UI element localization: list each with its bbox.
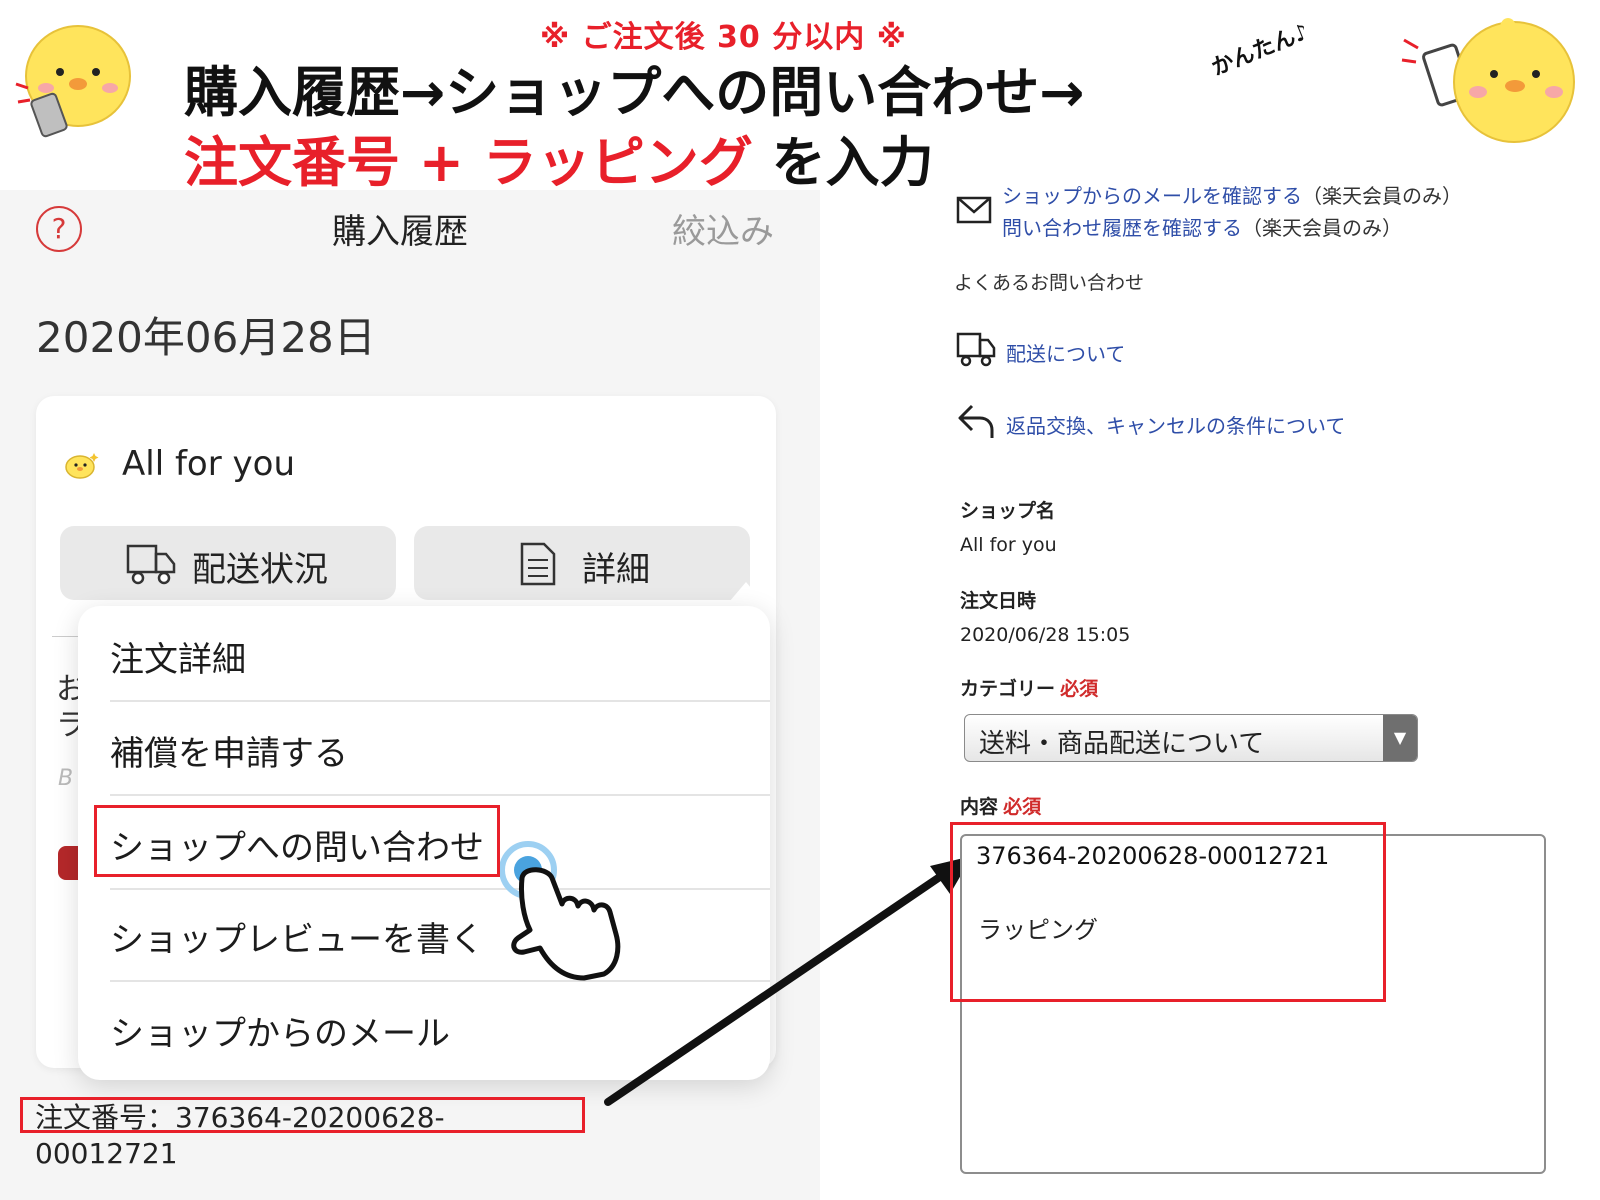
detail-button[interactable]: 詳細 [414, 526, 750, 600]
mail-link-row: ショップからのメールを確認する（楽天会員のみ） [1002, 180, 1462, 209]
menu-item-compensation[interactable]: 補償を申請する [110, 726, 348, 775]
menu-pointer [724, 582, 768, 608]
return-arrow-icon [956, 402, 996, 444]
instruction-title-line2: 注文番号 + ラッピング を入力 [184, 118, 934, 197]
inquiry-history-link[interactable]: 問い合わせ履歴を確認する [1002, 216, 1242, 240]
order-datetime-value: 2020/06/28 15:05 [960, 624, 1131, 646]
category-select[interactable]: 送料・商品配送について ▼ [964, 714, 1418, 762]
shop-name[interactable]: All for you [122, 444, 295, 484]
chevron-down-icon: ▼ [1383, 715, 1417, 761]
detail-label: 詳細 [582, 550, 650, 590]
menu-divider [110, 794, 770, 796]
menu-item-order-detail[interactable]: 注文詳細 [110, 632, 246, 681]
kantan-caption: かんたん♪ [1208, 19, 1313, 82]
arrow-icon [600, 850, 980, 1110]
contact-shop-highlight [94, 805, 500, 877]
order-datetime-label: 注文日時 [960, 590, 1037, 612]
content-label: 内容 [960, 796, 999, 818]
menu-divider [110, 700, 770, 702]
mail-icon [956, 196, 992, 228]
delivery-truck-icon [956, 330, 996, 372]
item-thumbnail [58, 846, 78, 880]
required-badge: 必須 [1060, 678, 1099, 700]
order-date-heading: 2020年06月28日 [36, 313, 376, 362]
shop-chick-icon [64, 450, 100, 480]
instruction-suffix: を入力 [771, 131, 934, 194]
content-highlight [950, 822, 1386, 1002]
delivery-status-label: 配送状況 [192, 550, 328, 590]
category-label: カテゴリー [960, 678, 1056, 700]
menu-item-shop-mail[interactable]: ショップからのメール [110, 1006, 450, 1055]
instruction-highlight: 注文番号 + ラッピング [184, 131, 753, 194]
content-label-row: 内容 必須 [960, 792, 1041, 819]
filter-button[interactable]: 絞込み [672, 204, 774, 253]
faq-heading: よくあるお問い合わせ [954, 272, 1145, 294]
document-icon [520, 542, 556, 595]
order-number: 注文番号：376364-20200628-00012721 [20, 1097, 585, 1170]
faq-delivery-link[interactable]: 配送について [1006, 338, 1125, 367]
delivery-status-button[interactable]: 配送状況 [60, 526, 396, 600]
menu-item-write-review[interactable]: ショップレビューを書く [110, 912, 484, 961]
instruction-title-line1: 購入履歴→ショップへの問い合わせ→ [184, 61, 1085, 124]
members-only-note: （楽天会員のみ） [1302, 184, 1462, 208]
chick-illustration-left [8, 14, 158, 144]
faq-return-link[interactable]: 返品交換、キャンセルの条件について [1006, 410, 1345, 439]
category-label-row: カテゴリー 必須 [960, 674, 1098, 701]
category-select-value: 送料・商品配送について [979, 729, 1265, 759]
truck-icon [126, 542, 176, 595]
required-badge: 必須 [1003, 796, 1042, 818]
shop-name-label: ショップ名 [960, 500, 1056, 522]
page-title: 購入履歴 [332, 212, 468, 252]
help-icon[interactable]: ? [36, 206, 82, 252]
history-link-row: 問い合わせ履歴を確認する（楽天会員のみ） [1002, 212, 1402, 241]
view-shop-mail-link[interactable]: ショップからのメールを確認する [1002, 184, 1302, 208]
item-text-fragment: B [58, 766, 74, 791]
chick-illustration-right [1396, 8, 1586, 158]
members-only-note: （楽天会員のみ） [1242, 216, 1402, 240]
shop-name-value: All for you [960, 534, 1057, 556]
